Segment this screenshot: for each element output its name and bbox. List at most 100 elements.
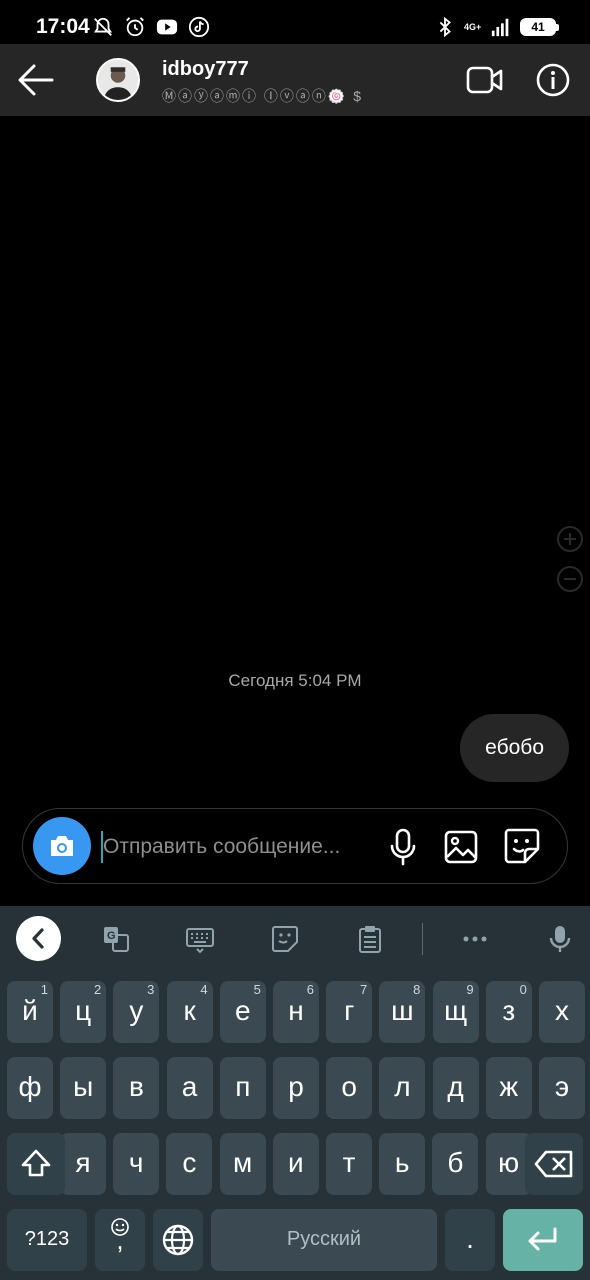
key-label: з (502, 995, 516, 1026)
key-label: к (183, 995, 196, 1026)
status-time: 17:04 (36, 15, 90, 38)
key-label: в (128, 1071, 144, 1102)
key-label: г (344, 995, 355, 1026)
toolbar-divider (422, 923, 423, 955)
key-1-4[interactable]: к4 (166, 981, 213, 1043)
comma-label: , (116, 1225, 124, 1255)
key-hint: 1 (40, 982, 48, 997)
sticker-keyboard-icon[interactable] (270, 924, 300, 954)
key-label: щ (444, 995, 468, 1026)
language-key[interactable] (153, 1209, 203, 1271)
key-1-10[interactable]: з0 (485, 981, 532, 1043)
key-2-4[interactable]: а (166, 1057, 213, 1119)
key-2-7[interactable]: о (326, 1057, 373, 1119)
key-label: ж (499, 1071, 519, 1102)
key-label: ш (391, 995, 414, 1026)
username[interactable]: idboy777 (162, 58, 249, 81)
translate-icon[interactable]: G (101, 924, 131, 954)
video-call-icon[interactable] (466, 64, 504, 96)
shift-key[interactable] (7, 1133, 65, 1195)
key-label: ю (498, 1147, 520, 1178)
key-label: ч (128, 1147, 144, 1178)
status-icons-left (92, 15, 210, 39)
key-2-5[interactable]: п (219, 1057, 266, 1119)
key-3-6[interactable]: т (326, 1133, 372, 1195)
zoom-in-icon[interactable] (557, 526, 583, 552)
avatar[interactable] (96, 58, 140, 102)
key-3-8[interactable]: б (432, 1133, 479, 1195)
key-hint: 4 (200, 982, 208, 997)
key-3-3[interactable]: с (166, 1133, 213, 1195)
key-1-7[interactable]: г7 (326, 981, 373, 1043)
key-label: ь (394, 1147, 410, 1178)
key-hint: 9 (466, 982, 474, 997)
key-2-3[interactable]: в (113, 1057, 160, 1119)
key-2-2[interactable]: ы (60, 1057, 107, 1119)
status-icons-right: 4G+ 41 (434, 15, 559, 39)
key-1-11[interactable]: х (539, 981, 585, 1043)
key-1-6[interactable]: н6 (273, 981, 319, 1043)
key-1-1[interactable]: й1 (7, 981, 53, 1043)
backspace-key[interactable] (525, 1133, 583, 1195)
key-2-11[interactable]: э (539, 1057, 585, 1119)
key-label: т (342, 1147, 356, 1178)
sticker-icon[interactable] (503, 827, 541, 865)
key-2-6[interactable]: р (273, 1057, 319, 1119)
key-3-7[interactable]: ь (379, 1133, 426, 1195)
key-label: и (287, 1147, 304, 1178)
key-2-10[interactable]: ж (485, 1057, 532, 1119)
message-bubble[interactable]: ебобо (460, 714, 569, 782)
avatar-person-icon (98, 60, 138, 100)
info-icon[interactable] (536, 63, 570, 97)
key-label: ы (73, 1071, 94, 1102)
key-1-2[interactable]: ц2 (60, 981, 107, 1043)
clipboard-icon[interactable] (355, 924, 385, 954)
key-3-2[interactable]: ч (113, 1133, 160, 1195)
key-2-8[interactable]: л (379, 1057, 426, 1119)
chevron-left-icon (32, 928, 44, 949)
key-label: н (288, 995, 304, 1026)
key-1-8[interactable]: ш8 (379, 981, 426, 1043)
key-hint: 6 (306, 982, 314, 997)
key-1-9[interactable]: щ9 (432, 981, 479, 1043)
key-label: у (129, 995, 144, 1026)
key-label: х (555, 995, 569, 1026)
keyboard-toolbar: G (0, 906, 590, 972)
message-input[interactable] (101, 827, 383, 867)
key-label: б (447, 1147, 464, 1178)
network-type: 4G+ (464, 21, 482, 32)
key-label: е (235, 995, 251, 1026)
microphone-icon[interactable] (389, 827, 417, 867)
key-label: р (288, 1071, 304, 1102)
status-bar: 17:04 4G+ 41 (0, 0, 590, 44)
key-label: с (182, 1147, 197, 1178)
key-2-9[interactable]: д (432, 1057, 479, 1119)
keyboard-layout-icon[interactable] (185, 924, 215, 954)
tiktok-icon (188, 16, 210, 38)
back-arrow-icon[interactable] (14, 60, 58, 100)
shift-icon (21, 1149, 51, 1177)
space-key[interactable]: Русский (211, 1209, 437, 1271)
youtube-icon (156, 19, 178, 35)
period-key[interactable]: . (445, 1209, 495, 1271)
keyboard-collapse-button[interactable] (16, 916, 61, 961)
key-1-3[interactable]: у3 (113, 981, 160, 1043)
silent-icon (93, 17, 113, 36)
camera-button[interactable] (33, 817, 91, 875)
zoom-out-icon[interactable] (557, 566, 583, 592)
key-1-5[interactable]: е5 (219, 981, 266, 1043)
enter-icon (528, 1227, 557, 1251)
symbols-key[interactable]: ?123 (7, 1209, 87, 1271)
alarm-icon (126, 17, 144, 37)
enter-key[interactable] (503, 1209, 583, 1271)
key-label: я (75, 1147, 91, 1178)
more-icon[interactable] (460, 924, 490, 954)
voice-input-icon[interactable] (545, 924, 575, 954)
key-2-1[interactable]: ф (7, 1057, 53, 1119)
key-3-5[interactable]: и (272, 1133, 319, 1195)
emoji-comma-key[interactable]: , (95, 1209, 145, 1271)
key-3-4[interactable]: м (219, 1133, 266, 1195)
message-composer (22, 808, 568, 884)
key-3-1[interactable]: я (60, 1133, 106, 1195)
gallery-icon[interactable] (443, 829, 479, 865)
